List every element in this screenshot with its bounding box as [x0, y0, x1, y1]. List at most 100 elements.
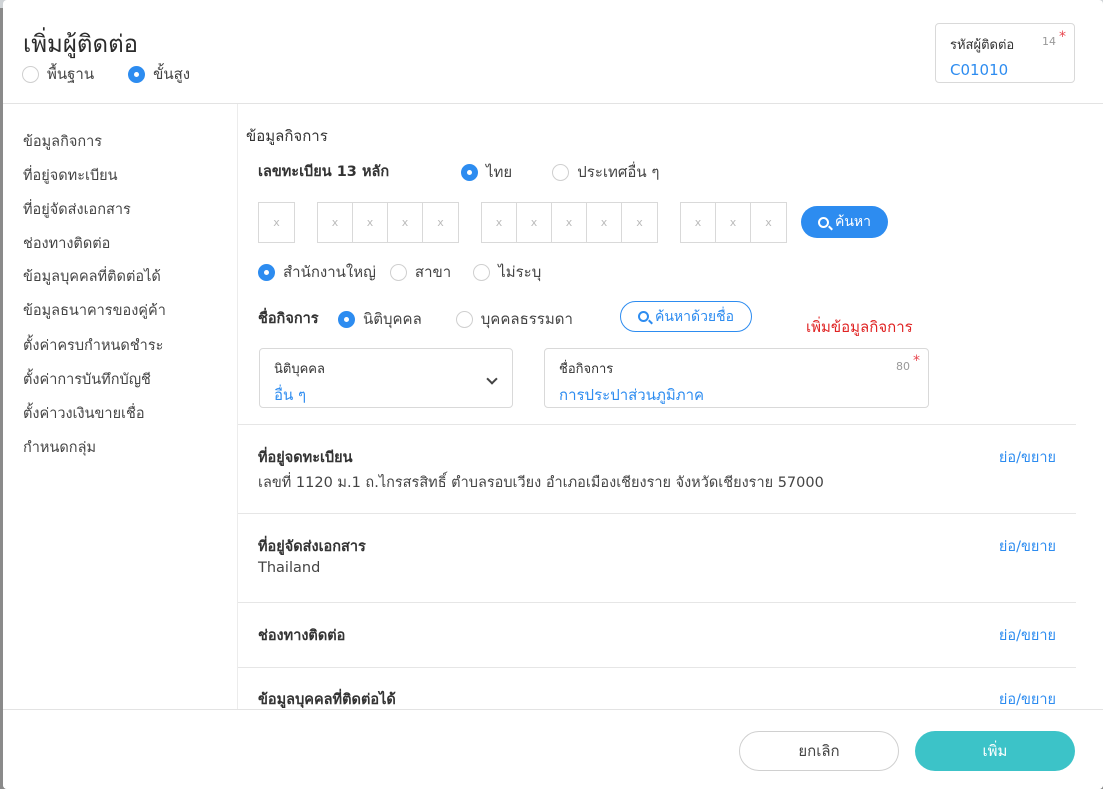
registered-address-title: ที่อยู่จดทะเบียน	[258, 450, 353, 466]
tax-id-digit[interactable]: x	[681, 203, 716, 242]
entity-type-label: นิติบุคคล	[274, 362, 325, 377]
shipping-address-toggle[interactable]: ย่อ/ขยาย	[999, 535, 1056, 558]
section-nav: ข้อมูลกิจการ ที่อยู่จดทะเบียน ที่อยู่จัด…	[3, 104, 237, 709]
contact-channels-toggle[interactable]: ย่อ/ขยาย	[999, 624, 1056, 647]
business-name-count: 80	[896, 360, 910, 373]
mode-advanced-label: ขั้นสูง	[153, 65, 191, 83]
contact-code-value[interactable]: C01010	[950, 61, 1060, 79]
shipping-address-title: ที่อยู่จัดส่งเอกสาร	[258, 539, 366, 555]
entity-options: นิติบุคคล บุคคลธรรมดา	[338, 307, 573, 331]
search-button[interactable]: ค้นหา	[801, 206, 888, 238]
search-by-name-label: ค้นหาด้วยชื่อ	[654, 308, 735, 325]
contact-channels-section: ช่องทางติดต่อ ย่อ/ขยาย	[238, 602, 1076, 667]
country-other-option[interactable]: ประเทศอื่น ๆ	[552, 160, 660, 184]
tax-id-digit[interactable]: x	[259, 203, 294, 242]
nav-shipping-address[interactable]: ที่อยู่จัดส่งเอกสาร	[23, 198, 131, 221]
search-button-label: ค้นหา	[834, 214, 872, 230]
tax-id-group-2: x x x x	[317, 202, 459, 243]
branch-unspecified-label: ไม่ระบุ	[498, 263, 542, 281]
search-icon	[637, 311, 649, 322]
required-mark: *	[1059, 29, 1066, 45]
registered-address-section: ที่อยู่จดทะเบียน ย่อ/ขยาย เลขที่ 1120 ม.…	[238, 424, 1076, 513]
add-business-info-link[interactable]: เพิ่มข้อมูลกิจการ	[806, 315, 913, 339]
tax-id-digit[interactable]: x	[318, 203, 353, 242]
radio-hq[interactable]	[258, 263, 275, 281]
main-form: ข้อมูลกิจการ เลขทะเบียน 13 หลัก ไทย ประเ…	[237, 104, 1077, 709]
cancel-button[interactable]: ยกเลิก	[739, 731, 899, 771]
tax-id-group-3: x x x x x	[481, 202, 658, 243]
nav-groups[interactable]: กำหนดกลุ่ม	[23, 436, 96, 459]
search-by-name-button[interactable]: ค้นหาด้วยชื่อ	[620, 301, 752, 332]
contact-code-count: 14	[1042, 35, 1056, 48]
radio-thai[interactable]	[461, 163, 478, 181]
entity-juristic-option[interactable]: นิติบุคคล	[338, 307, 422, 331]
business-name-label: ชื่อกิจการ	[258, 311, 319, 327]
branch-unspecified-option[interactable]: ไม่ระบุ	[473, 260, 541, 284]
radio-juristic[interactable]	[338, 310, 355, 328]
radio-basic[interactable]	[22, 65, 39, 83]
required-mark: *	[913, 353, 920, 369]
mode-basic-label: พื้นฐาน	[47, 65, 95, 83]
branch-hq-option[interactable]: สำนักงานใหญ่	[258, 260, 376, 284]
contact-code-field[interactable]: รหัสผู้ติดต่อ 14 * C01010	[935, 23, 1075, 83]
modal-title: เพิ่มผู้ติดต่อ	[23, 30, 139, 58]
mode-basic-option[interactable]: พื้นฐาน	[22, 62, 94, 86]
radio-other-country[interactable]	[552, 163, 570, 181]
radio-advanced[interactable]	[128, 65, 146, 83]
shipping-address-section: ที่อยู่จัดส่งเอกสาร ย่อ/ขยาย Thailand	[238, 513, 1076, 602]
tax-id-digit[interactable]: x	[423, 203, 458, 242]
entity-type-select[interactable]: นิติบุคคล อื่น ๆ	[259, 348, 513, 408]
tax-id-digit[interactable]: x	[517, 203, 552, 242]
contact-persons-title: ข้อมูลบุคคลที่ติดต่อได้	[258, 692, 396, 708]
registered-address-toggle[interactable]: ย่อ/ขยาย	[999, 446, 1056, 469]
tax-id-digit[interactable]: x	[587, 203, 622, 242]
add-button[interactable]: เพิ่ม	[915, 731, 1075, 771]
contact-persons-toggle[interactable]: ย่อ/ขยาย	[999, 688, 1056, 711]
mode-selector: พื้นฐาน ขั้นสูง	[22, 62, 190, 86]
nav-payment-terms[interactable]: ตั้งค่าครบกำหนดชำระ	[23, 334, 163, 357]
add-contact-modal: เพิ่มผู้ติดต่อ พื้นฐาน ขั้นสูง รหัสผู้ติ…	[3, 0, 1103, 789]
business-name-field[interactable]: ชื่อกิจการ 80 * การประปาส่วนภูมิภาค	[544, 348, 929, 408]
entity-individual-label: บุคคลธรรมดา	[480, 310, 573, 328]
tax-id-digit[interactable]: x	[716, 203, 751, 242]
branch-hq-label: สำนักงานใหญ่	[283, 263, 376, 281]
branch-options: สำนักงานใหญ่ สาขา ไม่ระบุ	[258, 260, 541, 284]
country-thai-label: ไทย	[486, 163, 513, 181]
business-name-field-label: ชื่อกิจการ	[559, 362, 614, 377]
contact-channels-title: ช่องทางติดต่อ	[258, 628, 346, 644]
business-section-title: ข้อมูลกิจการ	[246, 127, 328, 145]
nav-contact-channels[interactable]: ช่องทางติดต่อ	[23, 232, 110, 255]
tax-id-label: เลขทะเบียน 13 หลัก	[258, 164, 390, 180]
mode-advanced-option[interactable]: ขั้นสูง	[128, 62, 190, 86]
nav-registered-address[interactable]: ที่อยู่จดทะเบียน	[23, 164, 118, 187]
contact-persons-section: ข้อมูลบุคคลที่ติดต่อได้ ย่อ/ขยาย	[238, 667, 1076, 709]
entity-type-value: อื่น ๆ	[274, 386, 307, 404]
shipping-address-text: Thailand	[258, 560, 321, 576]
entity-juristic-label: นิติบุคคล	[363, 310, 422, 328]
nav-accounting-settings[interactable]: ตั้งค่าการบันทึกบัญชี	[23, 368, 151, 391]
entity-individual-option[interactable]: บุคคลธรรมดา	[455, 307, 573, 331]
radio-individual[interactable]	[455, 310, 473, 328]
modal-header: เพิ่มผู้ติดต่อ พื้นฐาน ขั้นสูง รหัสผู้ติ…	[3, 0, 1103, 104]
tax-id-digit[interactable]: x	[353, 203, 388, 242]
country-other-label: ประเทศอื่น ๆ	[577, 163, 660, 181]
nav-business-info[interactable]: ข้อมูลกิจการ	[23, 130, 102, 153]
nav-contact-persons[interactable]: ข้อมูลบุคคลที่ติดต่อได้	[23, 265, 161, 288]
registered-address-text: เลขที่ 1120 ม.1 ถ.ไกรสรสิทธิ์ ตำบลรอบเวี…	[258, 475, 824, 491]
tax-id-group-1: x	[258, 202, 295, 243]
tax-id-digit[interactable]: x	[388, 203, 423, 242]
tax-id-digit[interactable]: x	[751, 203, 786, 242]
tax-id-digit[interactable]: x	[482, 203, 517, 242]
nav-credit-limit[interactable]: ตั้งค่าวงเงินขายเชื่อ	[23, 402, 145, 425]
business-name-value[interactable]: การประปาส่วนภูมิภาค	[559, 383, 914, 407]
tax-id-digit[interactable]: x	[552, 203, 587, 242]
search-icon	[817, 216, 829, 228]
tax-id-group-4: x x x	[680, 202, 787, 243]
branch-branch-option[interactable]: สาขา	[389, 260, 451, 284]
radio-branch[interactable]	[389, 263, 407, 281]
country-thai-option[interactable]: ไทย	[461, 160, 512, 184]
nav-bank-info[interactable]: ข้อมูลธนาคารของคู่ค้า	[23, 299, 166, 322]
country-options: ไทย ประเทศอื่น ๆ	[461, 160, 660, 184]
tax-id-digit[interactable]: x	[622, 203, 657, 242]
radio-unspecified[interactable]	[473, 263, 491, 281]
